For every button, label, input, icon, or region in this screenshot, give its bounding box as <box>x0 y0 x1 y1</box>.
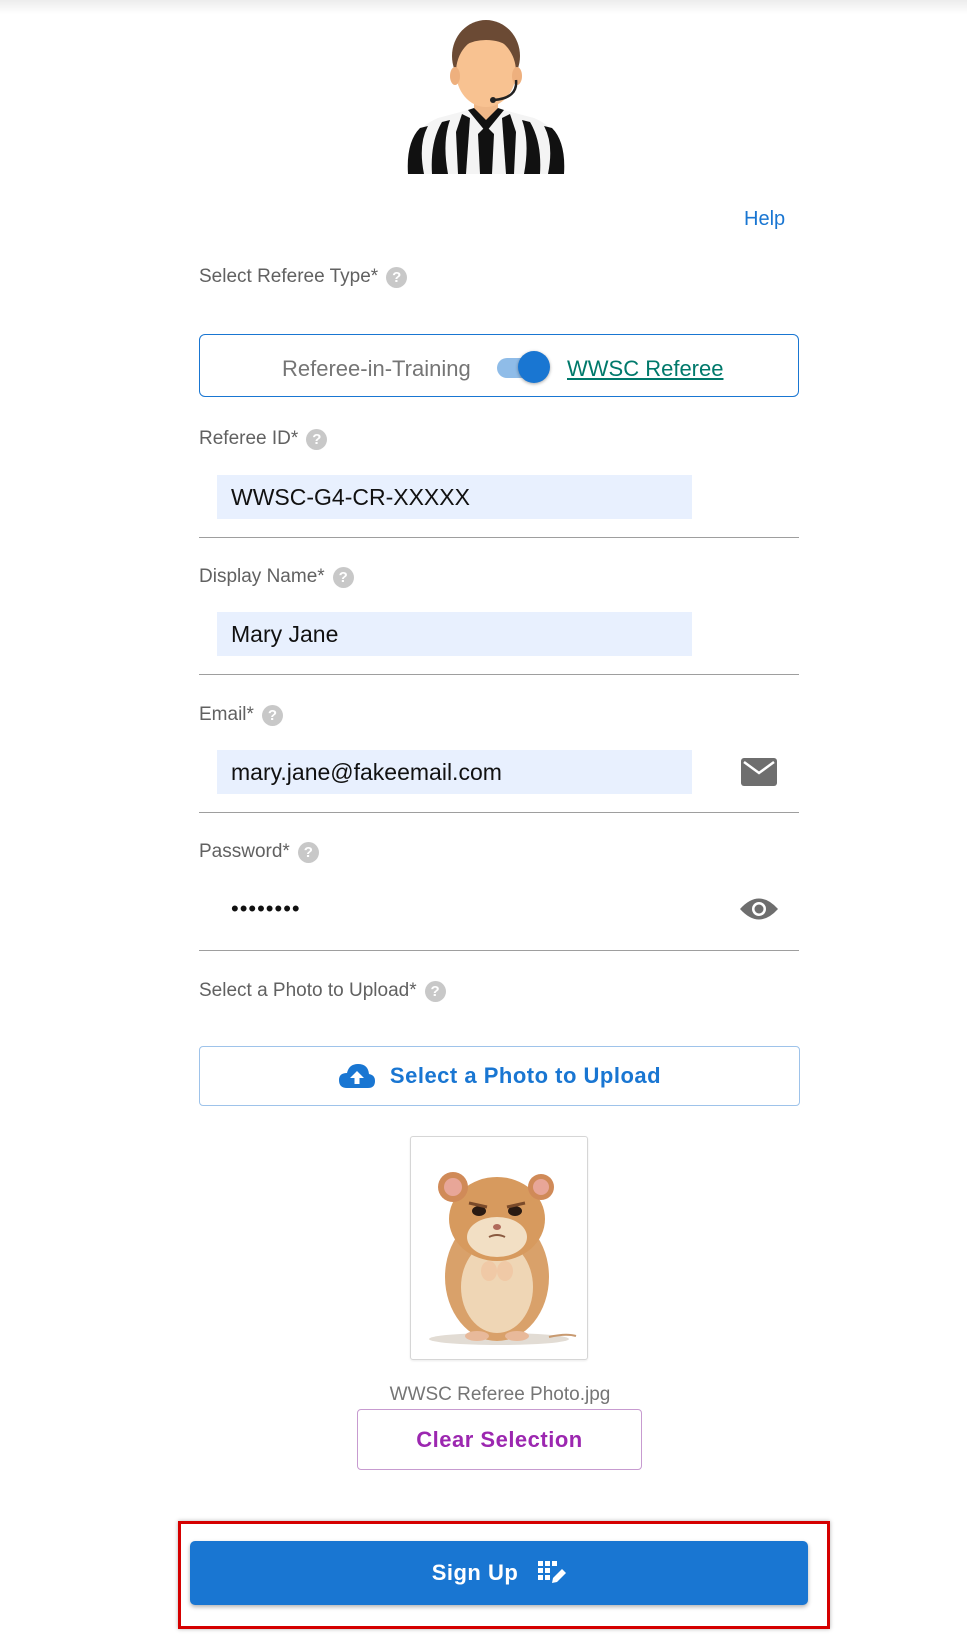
email-label: Email* ? <box>199 704 283 726</box>
help-link[interactable]: Help <box>744 208 785 231</box>
password-label-text: Password* <box>199 841 290 862</box>
top-shade <box>0 0 967 14</box>
referee-id-input[interactable]: WWSC-G4-CR-XXXXX <box>217 475 692 519</box>
referee-avatar-icon <box>407 20 565 174</box>
password-underline <box>199 950 799 951</box>
email-underline <box>199 812 799 813</box>
help-circle-icon[interactable]: ? <box>424 980 446 1002</box>
help-circle-icon[interactable]: ? <box>261 704 283 726</box>
clear-selection-button[interactable]: Clear Selection <box>357 1409 642 1470</box>
password-input[interactable]: •••••••• <box>217 887 692 931</box>
photo-upload-label-text: Select a Photo to Upload* <box>199 980 417 1001</box>
referee-id-underline <box>199 537 799 538</box>
select-photo-button[interactable]: Select a Photo to Upload <box>199 1046 800 1106</box>
signup-button[interactable]: Sign Up <box>190 1541 808 1605</box>
photo-upload-label: Select a Photo to Upload* ? <box>199 980 446 1002</box>
display-name-underline <box>199 674 799 675</box>
mail-icon[interactable] <box>741 758 777 786</box>
signup-button-label: Sign Up <box>431 1560 519 1585</box>
password-label: Password* ? <box>199 841 319 863</box>
email-label-text: Email* <box>199 704 254 725</box>
wwsc-referee-option[interactable]: WWSC Referee <box>567 356 723 382</box>
referee-id-label-text: Referee ID* <box>199 428 299 449</box>
display-name-input[interactable]: Mary Jane <box>217 612 692 656</box>
referee-type-label-text: Select Referee Type* <box>199 266 379 287</box>
eye-icon[interactable] <box>739 896 779 922</box>
signup-icon <box>538 1561 567 1583</box>
referee-type-switch-thumb[interactable] <box>518 351 550 383</box>
display-name-label-text: Display Name* <box>199 566 325 587</box>
email-input[interactable]: mary.jane@fakeemail.com <box>217 750 692 794</box>
help-circle-icon[interactable]: ? <box>297 841 319 863</box>
referee-in-training-option[interactable]: Referee-in-Training <box>282 356 471 382</box>
select-photo-button-label: Select a Photo to Upload <box>389 1063 662 1088</box>
referee-id-label: Referee ID* ? <box>199 428 328 450</box>
referee-type-label: Select Referee Type* ? <box>199 266 408 288</box>
selected-file-name: WWSC Referee Photo.jpg <box>389 1384 611 1405</box>
display-name-label: Display Name* ? <box>199 566 354 588</box>
hamster-photo <box>429 1172 577 1345</box>
cloud-upload-icon <box>338 1064 375 1088</box>
photo-preview <box>410 1136 588 1360</box>
help-circle-icon[interactable]: ? <box>332 566 354 588</box>
help-circle-icon[interactable]: ? <box>386 266 408 288</box>
help-circle-icon[interactable]: ? <box>306 428 328 450</box>
